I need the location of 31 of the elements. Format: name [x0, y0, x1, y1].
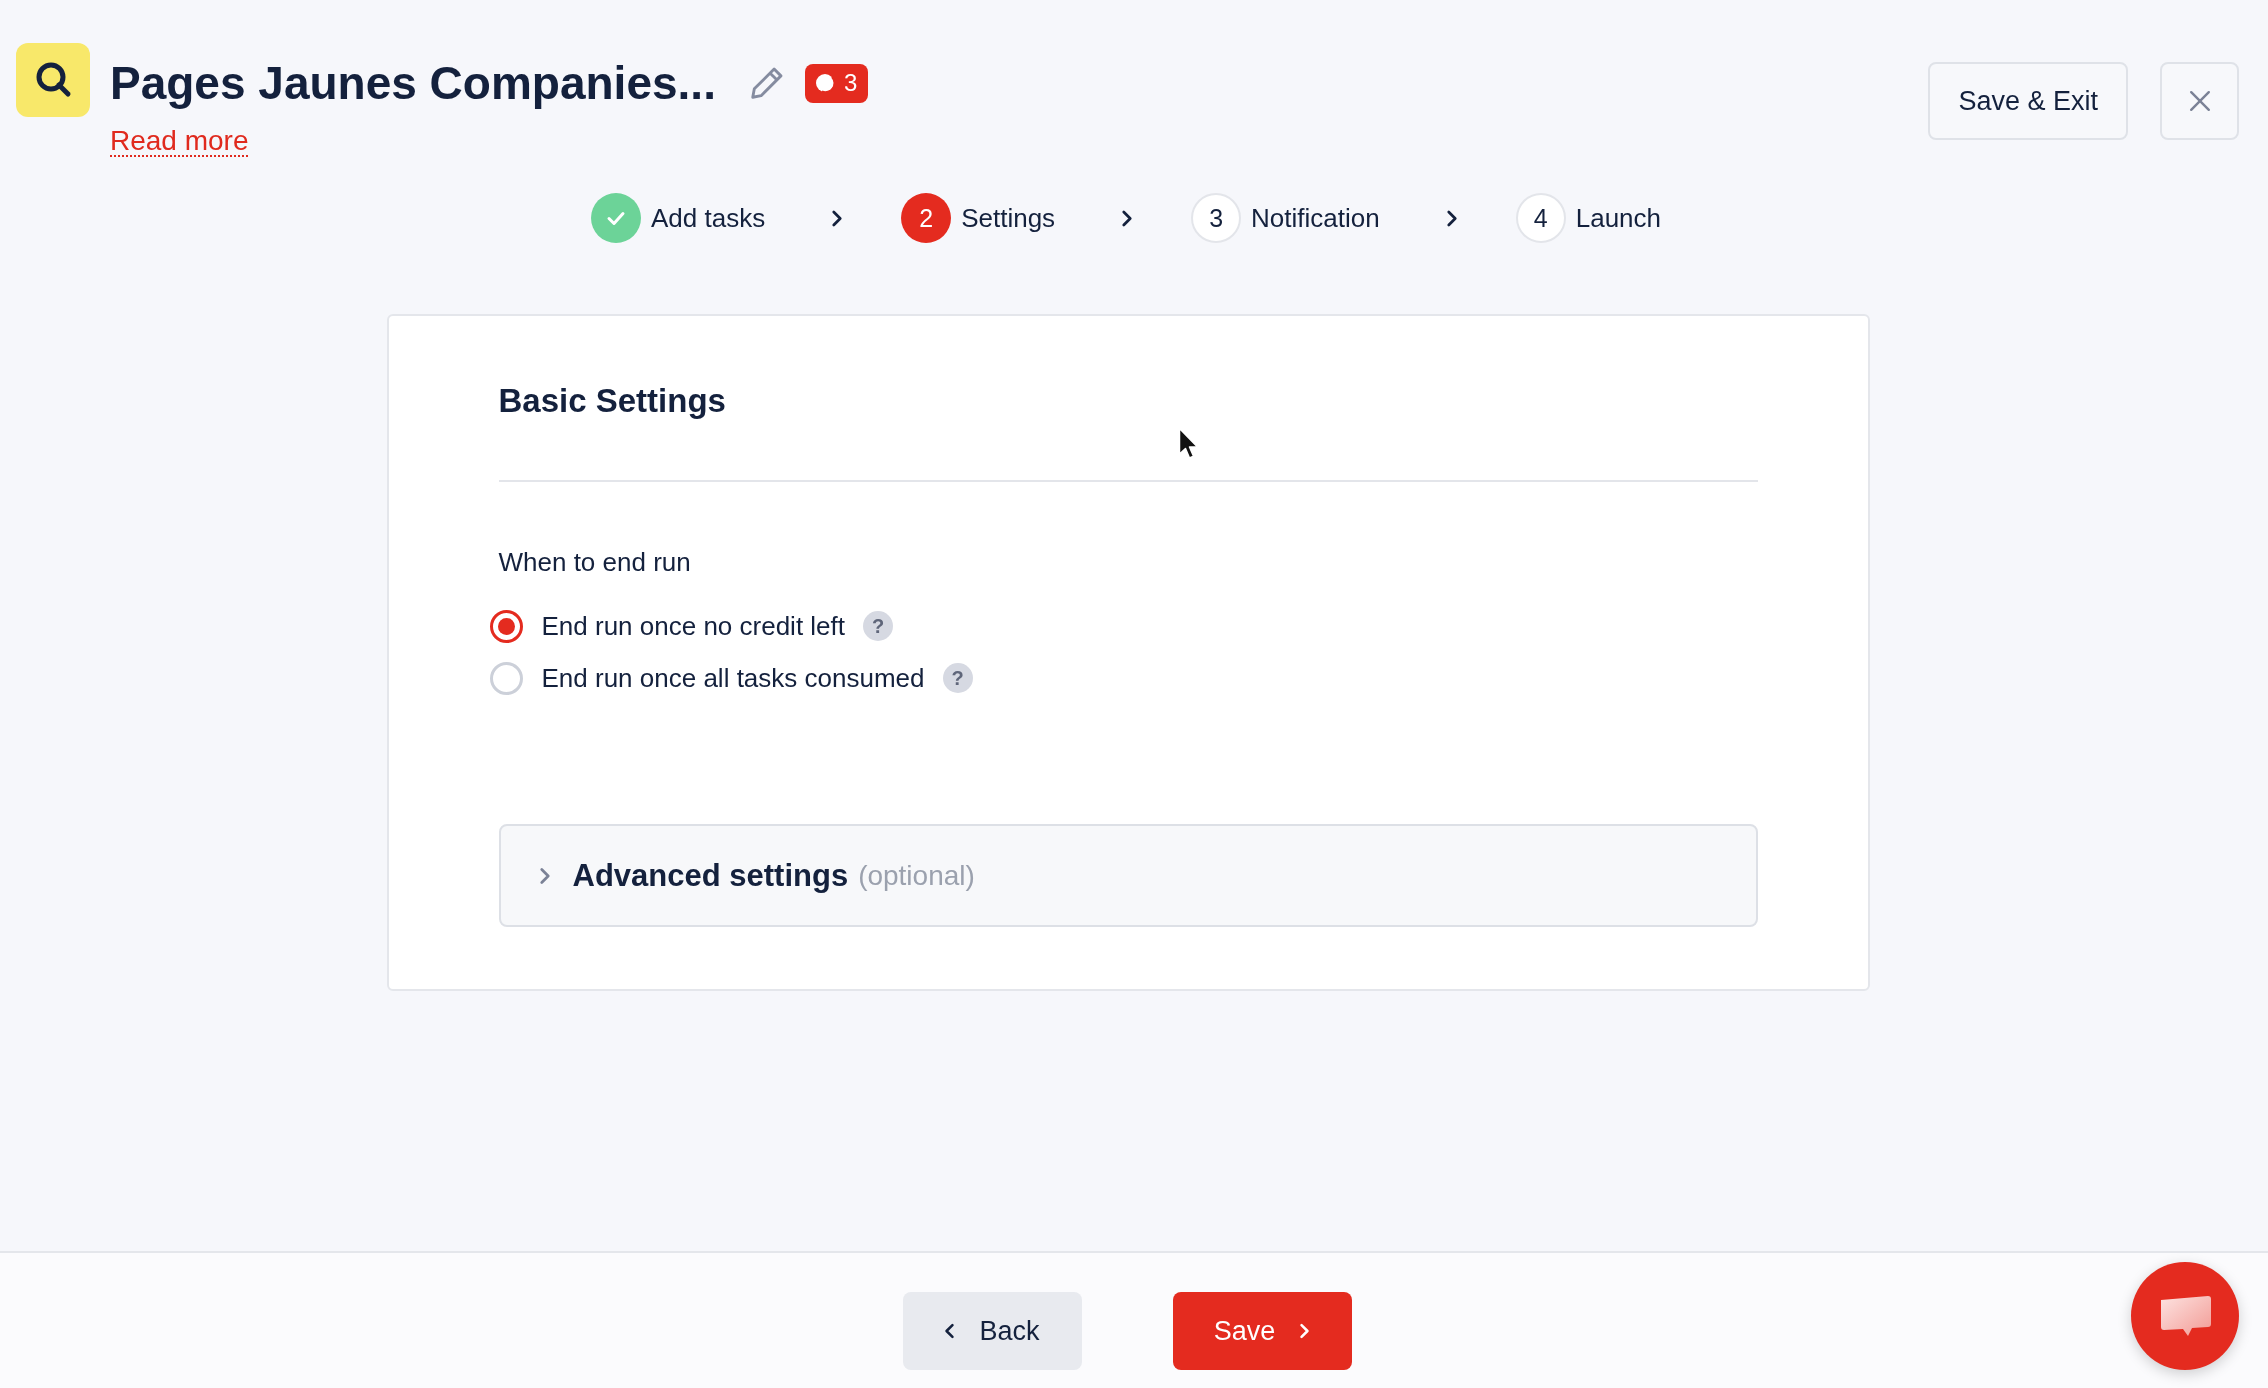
radio-button[interactable] [489, 609, 523, 643]
close-icon [2188, 90, 2211, 112]
step-label: Notification [1251, 202, 1380, 234]
chevron-icon [831, 209, 844, 227]
save-button[interactable]: Save [1172, 1292, 1352, 1370]
chevron-icon [1121, 209, 1134, 227]
step-label: Settings [961, 202, 1056, 234]
step-number: 3 [1191, 193, 1242, 243]
help-icon[interactable]: ? [942, 663, 973, 693]
chevron-icon [1299, 1323, 1311, 1339]
advanced-settings-toggle[interactable]: Advanced settings (optional) [498, 824, 1758, 927]
credits-count: 3 [843, 69, 858, 97]
read-more-link[interactable]: Read more [110, 123, 249, 159]
step-number: 4 [1515, 193, 1566, 243]
step-label: Add tasks [650, 202, 766, 234]
step-label: Launch [1575, 202, 1662, 234]
mouse-pointer-icon [1178, 427, 1199, 460]
back-button[interactable]: Back [902, 1292, 1082, 1370]
disc-icon [814, 73, 835, 93]
radio-label[interactable]: End run once no credit left [541, 610, 846, 642]
save-exit-button[interactable]: Save & Exit [1928, 62, 2128, 140]
speech-bubble-icon [2158, 1294, 2212, 1338]
section-title: Basic Settings [498, 381, 726, 421]
chevron-icon [944, 1323, 956, 1339]
help-icon[interactable]: ? [863, 611, 894, 641]
page-title: Pages Jaunes Companies... [110, 56, 716, 111]
field-label: When to end run [498, 546, 691, 579]
step-number: 2 [901, 193, 952, 243]
radio-label[interactable]: End run once all tasks consumed [541, 662, 925, 694]
magnifier-logo-icon [16, 43, 90, 117]
chevron-icon [1445, 209, 1458, 227]
